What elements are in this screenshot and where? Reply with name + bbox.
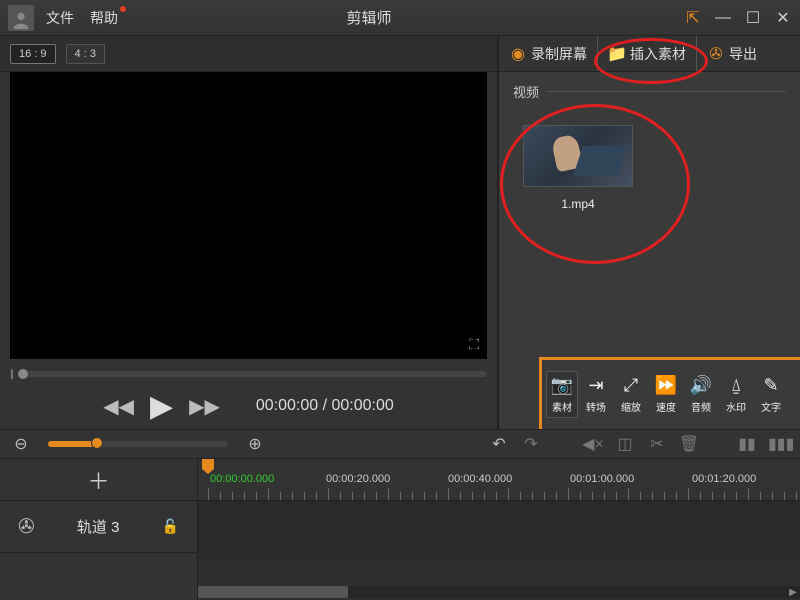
menu-file[interactable]: 文件: [46, 8, 74, 28]
media-panel: 视频 1.mp4 📷素材 ⇥转场 ⤢缩放 ⏩速度 🔊音频 ⍙水印 ✎文字: [499, 72, 800, 429]
material-icon: 📷: [551, 375, 573, 396]
folder-icon: 📁: [608, 45, 626, 63]
playback-controls: ◀◀ ▶ ▶▶ 00:00:00 / 00:00:00: [0, 383, 497, 429]
play-button[interactable]: ▶: [150, 389, 173, 424]
levels-icon[interactable]: ▮▮: [736, 434, 758, 454]
cut-icon[interactable]: ✂: [646, 434, 668, 454]
side-panel: ◉录制屏幕 📁插入素材 ✇导出 视频 1.mp4 📷素材 ⇥转场 ⤢缩放 ⏩速度…: [498, 36, 800, 429]
time-ruler[interactable]: 00:00:00.000 00:00:20.000 00:00:40.000 0…: [198, 459, 800, 501]
redo-icon[interactable]: ↷: [520, 434, 542, 454]
user-avatar[interactable]: [8, 5, 34, 31]
menu-help-label: 帮助: [90, 10, 118, 26]
crop-icon[interactable]: ◫: [614, 434, 636, 454]
tool-material[interactable]: 📷素材: [546, 371, 578, 418]
reel-icon: ✇: [707, 45, 725, 63]
close-icon[interactable]: ✕: [774, 9, 792, 27]
progress-bar[interactable]: |||: [10, 365, 487, 383]
media-section-title: 视频: [513, 82, 786, 107]
main-area: 16 : 9 4 : 3 ⛶ ||| ◀◀ ▶ ▶▶ 00:00:00 / 00…: [0, 36, 800, 429]
import-media-button[interactable]: 📁插入素材: [597, 36, 696, 71]
media-thumbnail: [523, 125, 633, 187]
maximize-icon[interactable]: ☐: [744, 9, 762, 27]
tool-transition[interactable]: ⇥转场: [579, 375, 613, 414]
progress-grip-icon: |||: [10, 369, 12, 380]
tool-audio[interactable]: 🔊音频: [684, 375, 718, 414]
speed-icon: ⏩: [655, 375, 677, 396]
tool-speed[interactable]: ⏩速度: [649, 375, 683, 414]
current-time: 00:00:00: [256, 397, 318, 414]
ruler-label-0: 00:00:00.000: [210, 473, 274, 485]
film-icon: ✇: [18, 514, 35, 539]
import-label: 插入素材: [630, 44, 686, 64]
track-name: 轨道 3: [49, 516, 148, 537]
video-preview[interactable]: ⛶: [10, 72, 487, 359]
text-icon: ✎: [763, 375, 778, 396]
timeline: ＋ ✇ 轨道 3 🔓 00:00:00.000 00:00:20.000 00:…: [0, 459, 800, 600]
popout-icon[interactable]: ⇱: [684, 9, 702, 27]
mute-icon[interactable]: ◀×: [582, 434, 604, 454]
track-row[interactable]: ✇ 轨道 3 🔓: [0, 501, 197, 553]
zoom-in-icon[interactable]: ⊕: [244, 434, 266, 454]
window-controls: ⇱ — ☐ ✕: [684, 9, 792, 27]
h-scroll-thumb[interactable]: [198, 586, 348, 598]
tool-watermark[interactable]: ⍙水印: [719, 375, 753, 414]
ruler-label-4: 00:01:20.000: [692, 473, 756, 485]
ruler-label-2: 00:00:40.000: [448, 473, 512, 485]
app-title: 剪辑师: [54, 7, 684, 28]
export-label: 导出: [729, 44, 757, 64]
aspect-16-9[interactable]: 16 : 9: [10, 44, 56, 64]
lock-icon[interactable]: 🔓: [162, 518, 179, 535]
transition-icon: ⇥: [588, 375, 603, 396]
equalizer-icon[interactable]: ▮▮▮: [768, 434, 790, 454]
menu-help[interactable]: 帮助: [90, 8, 118, 28]
record-screen-button[interactable]: ◉录制屏幕: [499, 36, 597, 71]
time-display: 00:00:00 / 00:00:00: [256, 397, 394, 415]
watermark-icon: ⍙: [731, 375, 742, 396]
timeline-left: ＋ ✇ 轨道 3 🔓: [0, 459, 198, 600]
minimize-icon[interactable]: —: [714, 9, 732, 27]
camera-icon: ◉: [509, 45, 527, 63]
undo-icon[interactable]: ↶: [488, 434, 510, 454]
record-label: 录制屏幕: [531, 44, 587, 64]
audio-icon: 🔊: [690, 375, 712, 396]
export-button[interactable]: ✇导出: [696, 36, 767, 71]
zoom-knob[interactable]: [91, 437, 103, 449]
tool-scale[interactable]: ⤢缩放: [614, 375, 648, 414]
ruler-label-3: 00:01:00.000: [570, 473, 634, 485]
preview-pane: 16 : 9 4 : 3 ⛶ ||| ◀◀ ▶ ▶▶ 00:00:00 / 00…: [0, 36, 498, 429]
ruler-label-1: 00:00:20.000: [326, 473, 390, 485]
media-item[interactable]: 1.mp4: [523, 125, 633, 211]
scale-icon: ⤢: [624, 375, 638, 396]
timeline-right[interactable]: 00:00:00.000 00:00:20.000 00:00:40.000 0…: [198, 459, 800, 600]
notification-dot: [120, 6, 126, 12]
mini-toolbar: 📷素材 ⇥转场 ⤢缩放 ⏩速度 🔊音频 ⍙水印 ✎文字: [539, 357, 800, 429]
track-area[interactable]: [198, 501, 800, 561]
forward-button[interactable]: ▶▶: [189, 394, 220, 419]
timeline-toolbar: ⊖ ⊕ ↶ ↷ ◀× ◫ ✂ 🗑 ▮▮ ▮▮▮: [0, 429, 800, 459]
aspect-bar: 16 : 9 4 : 3: [0, 36, 497, 72]
progress-knob[interactable]: [18, 369, 28, 379]
tool-text[interactable]: ✎文字: [754, 375, 788, 414]
h-scroll-right-arrow[interactable]: ▶: [786, 586, 800, 598]
fullscreen-icon[interactable]: ⛶: [469, 336, 479, 353]
total-time: 00:00:00: [331, 397, 393, 414]
zoom-out-icon[interactable]: ⊖: [10, 434, 32, 454]
aspect-4-3[interactable]: 4 : 3: [66, 44, 105, 64]
media-filename: 1.mp4: [523, 197, 633, 211]
delete-icon[interactable]: 🗑: [678, 434, 700, 454]
zoom-slider[interactable]: [48, 441, 228, 447]
progress-track[interactable]: [18, 371, 487, 377]
top-actions: ◉录制屏幕 📁插入素材 ✇导出: [499, 36, 800, 72]
titlebar: 文件 帮助 剪辑师 ⇱ — ☐ ✕: [0, 0, 800, 36]
add-track-button[interactable]: ＋: [0, 459, 197, 501]
h-scrollbar[interactable]: [198, 586, 786, 598]
rewind-button[interactable]: ◀◀: [103, 394, 134, 419]
